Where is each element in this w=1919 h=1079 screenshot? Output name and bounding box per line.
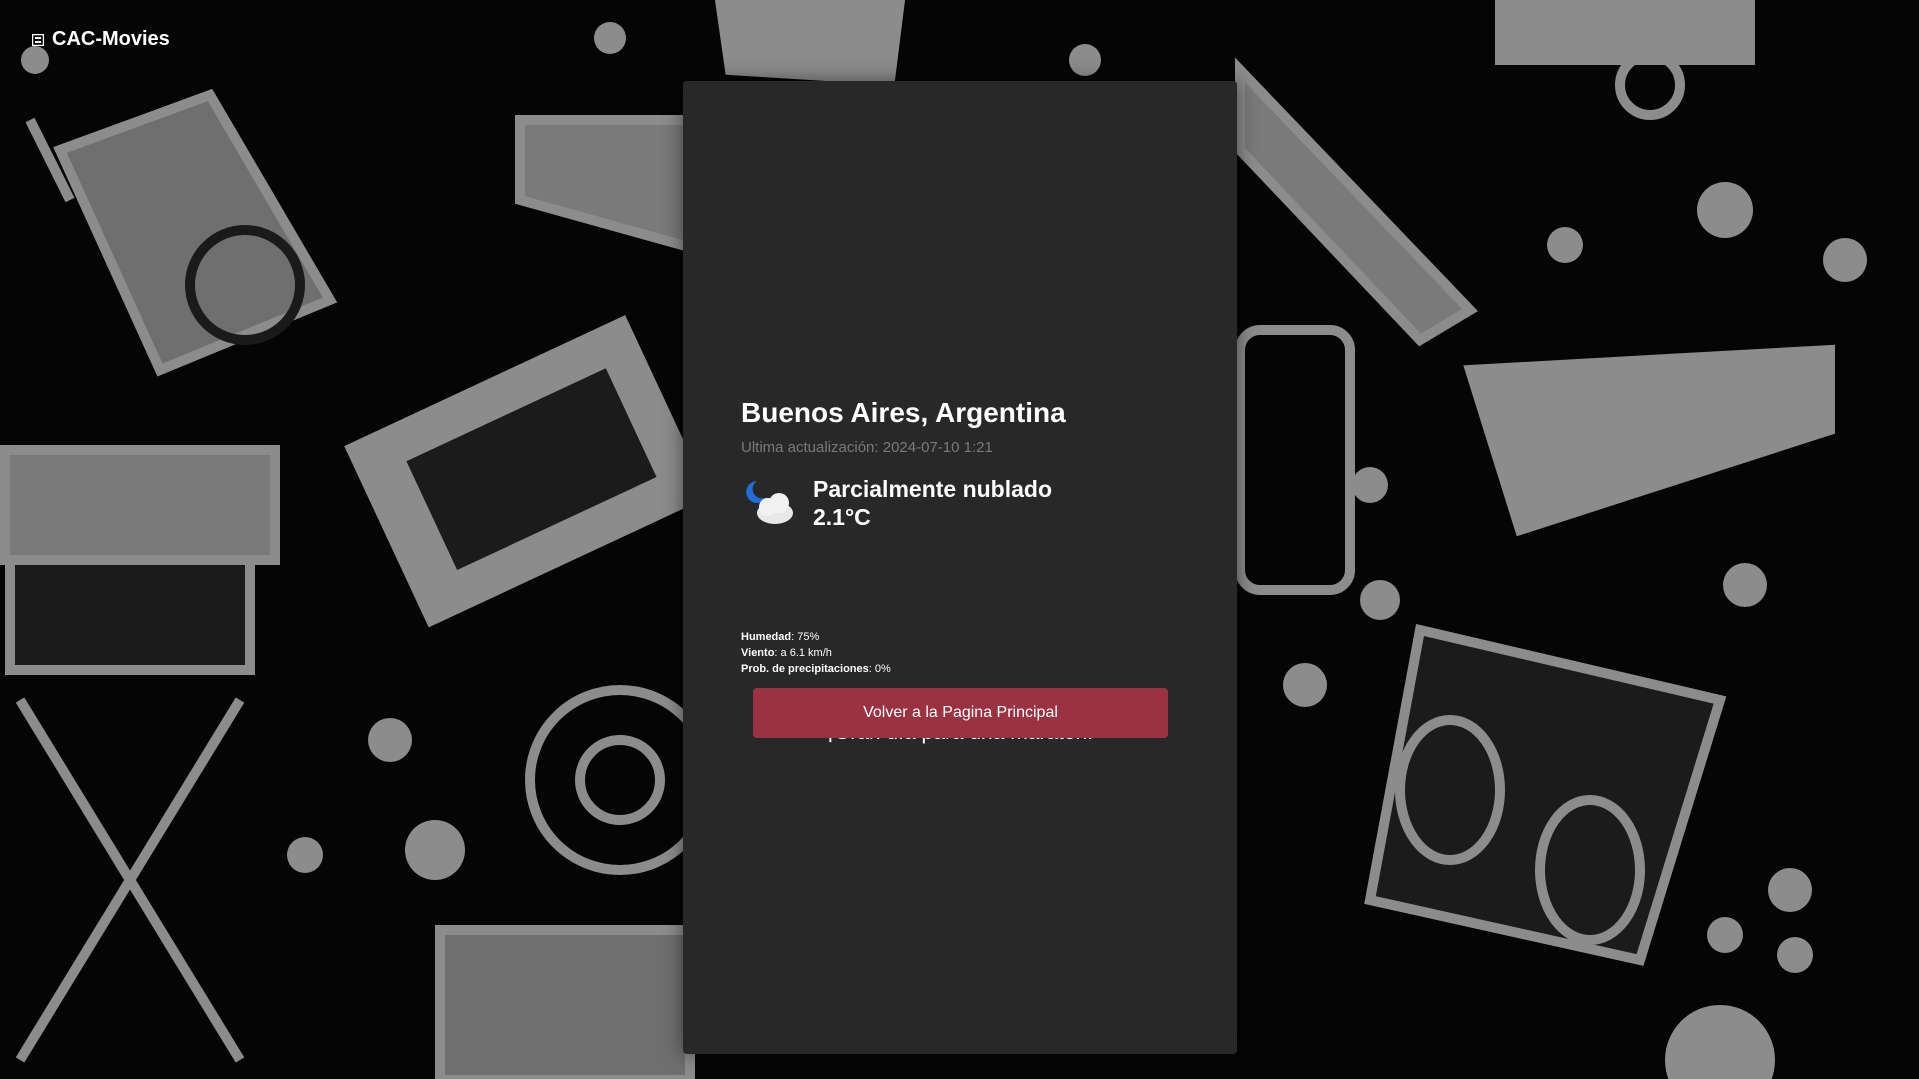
precipitation-value: : 0% <box>868 663 891 675</box>
wind-label: Viento <box>741 647 775 659</box>
humidity-label: Humedad <box>741 631 792 643</box>
back-to-home-button[interactable]: Volver a la Pagina Principal <box>753 688 1168 738</box>
current-conditions: Parcialmente nublado 2.1°C <box>741 475 1052 535</box>
film-icon <box>32 33 44 46</box>
weather-details: Humedad: 75% Viento: a 6.1 km/h Prob. de… <box>741 629 891 677</box>
precipitation-label: Prob. de precipitaciones <box>741 663 869 675</box>
temperature-text: 2.1°C <box>813 504 871 530</box>
condition-text: Parcialmente nublado <box>813 476 1053 502</box>
brand-name: CAC-Movies <box>52 28 170 50</box>
wind-value: : a 6.1 km/h <box>774 647 832 659</box>
weather-card: Buenos Aires, Argentina Ultima actualiza… <box>683 81 1237 1054</box>
humidity-value: : 75% <box>791 631 820 643</box>
humidity-row: Humedad: 75% <box>741 629 891 645</box>
location-title: Buenos Aires, Argentina <box>741 397 1066 428</box>
partly-cloudy-night-icon <box>746 481 793 524</box>
precipitation-row: Prob. de precipitaciones: 0% <box>741 661 891 677</box>
last-updated: Ultima actualización: 2024-07-10 1:21 <box>741 439 993 456</box>
brand-link[interactable]: CAC-Movies <box>32 28 170 51</box>
wind-row: Viento: a 6.1 km/h <box>741 645 891 661</box>
